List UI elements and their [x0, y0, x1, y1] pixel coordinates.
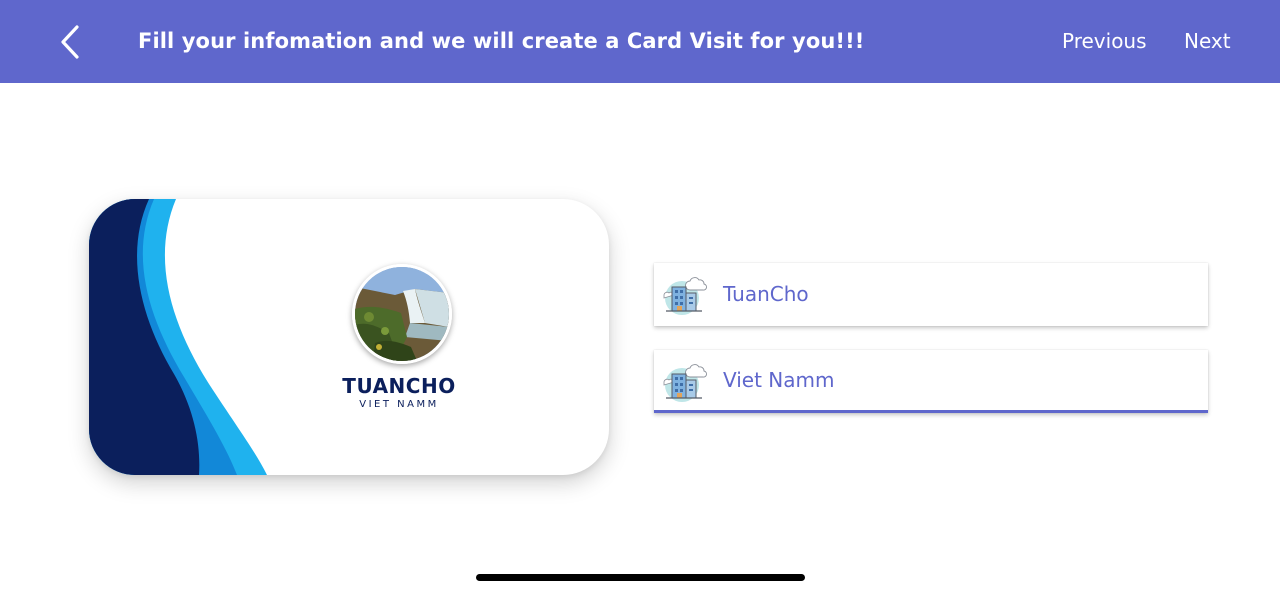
card-subtitle: VIET NAMM — [359, 399, 439, 410]
card-wave-decoration — [89, 199, 267, 475]
back-button[interactable] — [52, 20, 88, 64]
top-app-bar: Fill your infomation and we will create … — [0, 0, 1280, 83]
page-title: Fill your infomation and we will create … — [138, 29, 865, 53]
country-field[interactable]: Viet Namm — [654, 350, 1208, 413]
next-button[interactable]: Next — [1184, 0, 1231, 83]
company-name-input[interactable]: TuanCho — [723, 263, 1193, 326]
previous-button[interactable]: Previous — [1062, 0, 1147, 83]
waterfall-photo — [355, 267, 449, 361]
avatar — [352, 264, 452, 364]
company-name-field[interactable]: TuanCho — [654, 263, 1208, 326]
building-icon — [663, 364, 707, 402]
chevron-left-icon — [61, 25, 79, 59]
card-name: TUANCHO — [342, 374, 456, 398]
building-icon — [663, 277, 707, 315]
home-indicator[interactable] — [476, 574, 805, 581]
country-input[interactable]: Viet Namm — [723, 350, 1193, 410]
business-card-preview: TUANCHO VIET NAMM — [89, 199, 609, 475]
